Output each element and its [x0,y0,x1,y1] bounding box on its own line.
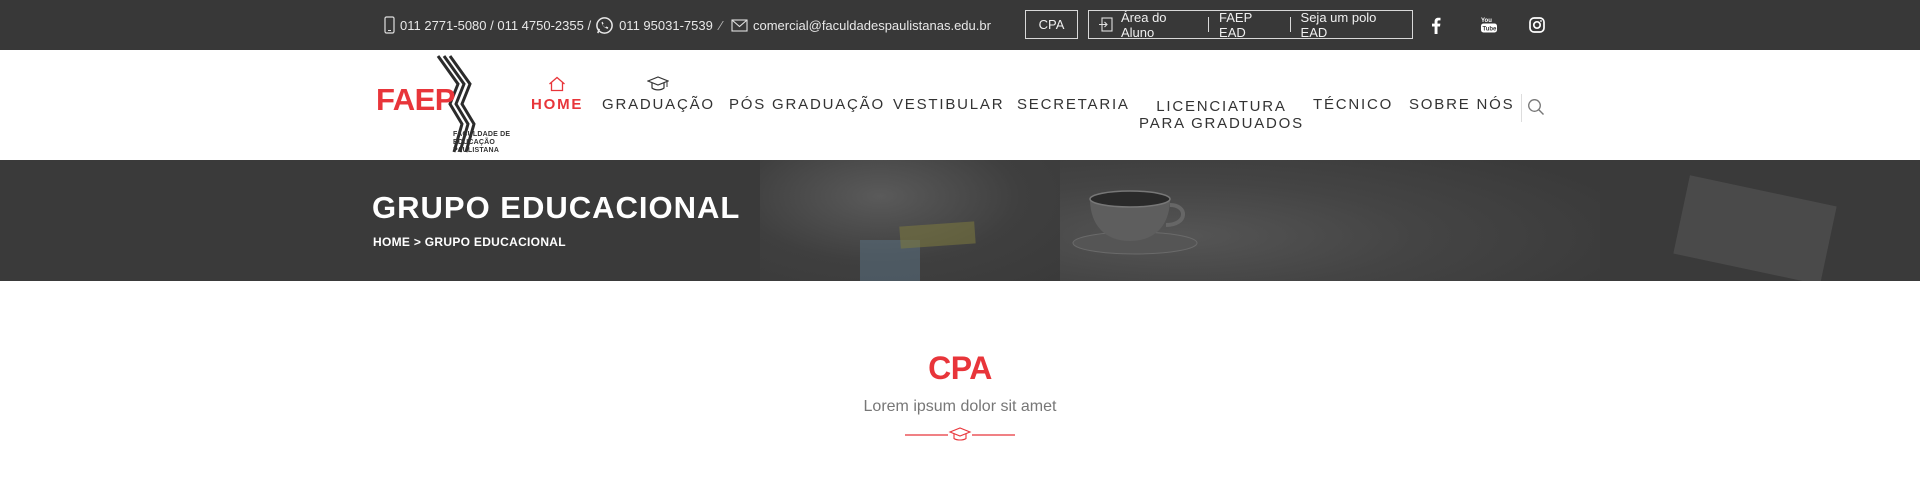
page-title: GRUPO EDUCACIONAL [372,190,741,225]
page-hero: GRUPO EDUCACIONAL HOME > GRUPO EDUCACION… [0,160,1920,281]
menu-secretaria[interactable]: SECRETARIA [1017,96,1130,113]
menu-vestibular[interactable]: VESTIBULAR [893,96,1004,113]
graduation-cap-icon [948,427,972,441]
envelope-icon [731,18,748,32]
svg-text:You: You [1481,18,1492,24]
contact-separator: ⁄ [719,17,722,33]
top-bar: 011 2771-5080 / 011 4750-2355 / 011 9503… [0,0,1920,50]
contact-email[interactable]: comercial@faculdadespaulistanas.edu.br [753,18,991,33]
main-navigation: FAEP FACULDADE DE EDUCAÇÃO PAULISTANA HO… [0,50,1920,160]
phone-numbers[interactable]: 011 2771-5080 / 011 4750-2355 / [400,18,591,33]
menu-tecnico[interactable]: TÉCNICO [1313,96,1393,113]
menu-home[interactable]: HOME [531,76,583,113]
student-area-link[interactable]: Área do Aluno [1089,10,1208,40]
title-divider [905,427,1015,441]
logo-wordmark: FAEP [376,82,455,117]
instagram-icon[interactable] [1526,14,1548,36]
faep-logo[interactable]: FAEP FACULDADE DE EDUCAÇÃO PAULISTANA [374,54,514,156]
whatsapp-number[interactable]: 011 95031-7539 [619,18,713,33]
section-title: CPA [928,350,992,386]
coffee-cup-image [1072,190,1198,255]
faep-ead-label: FAEP EAD [1219,9,1253,40]
youtube-icon[interactable]: You Tube [1478,14,1500,36]
facebook-icon[interactable] [1425,14,1447,36]
login-icon [1099,17,1113,32]
menu-sobre-nos[interactable]: SOBRE NÓS [1409,96,1514,113]
menu-graduacao[interactable]: GRADUAÇÃO [602,76,715,113]
faep-ead-link[interactable]: FAEP EAD [1208,10,1290,40]
breadcrumb[interactable]: HOME > GRUPO EDUCACIONAL [373,235,566,249]
cpa-button[interactable]: CPA [1025,10,1078,39]
phone-icon [384,16,395,34]
svg-text:Tube: Tube [1483,27,1498,33]
hero-background-paper [1673,175,1837,281]
ead-partner-link[interactable]: Seja um polo EAD [1289,10,1412,40]
student-area-label: Área do Aluno [1121,9,1167,40]
whatsapp-icon [595,16,614,35]
ead-partner-label: Seja um polo EAD [1300,9,1377,40]
contact-info: 011 2771-5080 / 011 4750-2355 / 011 9503… [384,0,995,50]
graduation-cap-icon [646,76,671,96]
menu-pos-graduacao[interactable]: PÓS GRADUAÇÃO [729,96,885,113]
menu-licenciatura[interactable]: LICENCIATURA PARA GRADUADOS [1139,98,1304,132]
logo-subtitle: FACULDADE DE EDUCAÇÃO PAULISTANA [453,131,511,154]
section-subtitle: Lorem ipsum dolor sit amet [863,398,1057,415]
portal-links: Área do Aluno FAEP EAD Seja um polo EAD [1088,10,1413,40]
home-icon [548,76,566,96]
menu-divider [1521,94,1522,122]
search-icon[interactable] [1527,98,1545,116]
